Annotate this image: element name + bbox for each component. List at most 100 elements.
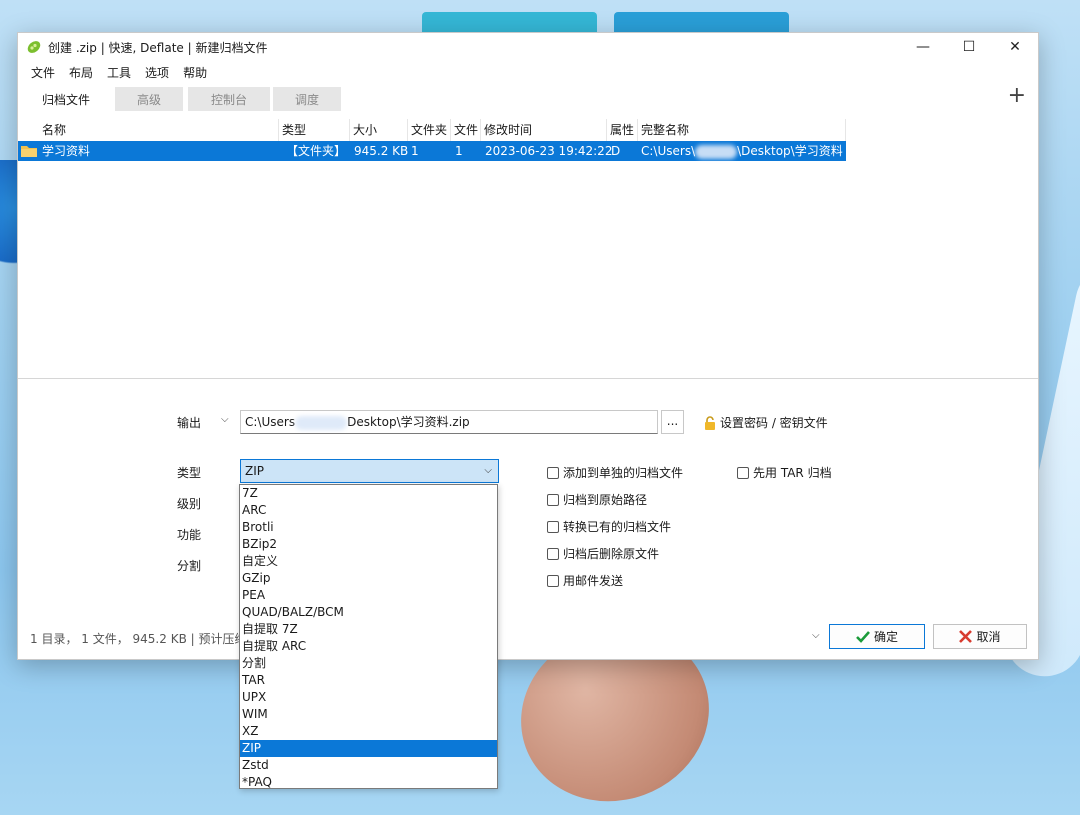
dropdown-option[interactable]: XZ	[240, 723, 497, 740]
checkbox-label: 用邮件发送	[563, 574, 624, 588]
level-label: 级别	[177, 497, 202, 511]
output-label: 输出	[177, 416, 202, 430]
cancel-button[interactable]: 取消	[933, 624, 1027, 649]
output-path-input[interactable]: C:\Users Desktop\学习资料.zip	[240, 410, 658, 434]
peazip-app-icon	[27, 41, 41, 53]
dropdown-option[interactable]: GZip	[240, 570, 497, 587]
menu-tools[interactable]: 工具	[100, 64, 138, 81]
tab-console[interactable]: 控制台	[188, 87, 270, 111]
split-label: 分割	[177, 559, 202, 573]
type-select-value: ZIP	[245, 464, 264, 478]
row-type: 【文件夹】	[286, 144, 347, 158]
checkbox[interactable]	[547, 547, 559, 560]
status-bar-text: 1 目录， 1 文件， 945.2 KB | 预计压缩	[30, 632, 247, 646]
dropdown-option[interactable]: BZip2	[240, 536, 497, 553]
dropdown-option[interactable]: 分割	[240, 655, 497, 672]
maximize-button[interactable]: ☐	[946, 33, 992, 61]
list-header: 名称 类型 大小 文件夹 文件 修改时间 属性 完整名称	[18, 119, 846, 141]
close-button[interactable]: ✕	[992, 33, 1038, 61]
wallpaper-shape	[614, 12, 789, 34]
browse-button[interactable]: ...	[661, 410, 684, 434]
type-dropdown-list[interactable]: 7Z ARC Brotli BZip2 自定义 GZip PEA QUAD/BA…	[239, 484, 498, 789]
checkbox-label: 归档后删除原文件	[563, 547, 660, 561]
dropdown-option[interactable]: ARC	[240, 502, 497, 519]
type-label: 类型	[177, 466, 202, 480]
cross-icon	[959, 630, 973, 643]
dropdown-option[interactable]: Zstd	[240, 757, 497, 774]
redacted-blur	[295, 415, 348, 430]
menu-help[interactable]: 帮助	[176, 64, 214, 81]
dropdown-option[interactable]: *PAQ	[240, 774, 497, 791]
menu-layout[interactable]: 布局	[62, 64, 100, 81]
dropdown-option[interactable]: 自提取 ARC	[240, 638, 497, 655]
column-fullname[interactable]: 完整名称	[638, 119, 846, 141]
checkbox-original-path[interactable]: 归档到原始路径	[547, 491, 647, 508]
checkbox-label: 先用 TAR 归档	[753, 466, 832, 480]
checkbox-send-email[interactable]: 用邮件发送	[547, 572, 623, 589]
minimize-button[interactable]: —	[900, 33, 946, 61]
dropdown-option[interactable]: Brotli	[240, 519, 497, 536]
dropdown-option-selected[interactable]: ZIP	[240, 740, 497, 757]
row-modified: 2023-06-23 19:42:22	[485, 144, 613, 158]
menu-options[interactable]: 选项	[138, 64, 176, 81]
row-folders: 1	[411, 144, 419, 158]
checkbox[interactable]	[547, 493, 559, 506]
chevron-down-icon[interactable]: ⌵	[812, 630, 820, 641]
checkmark-icon	[856, 630, 870, 643]
column-attributes[interactable]: 属性	[607, 119, 638, 141]
dropdown-option[interactable]: PEA	[240, 587, 497, 604]
checkbox-separate-archives[interactable]: 添加到单独的归档文件	[547, 464, 683, 481]
row-files: 1	[455, 144, 463, 158]
checkbox-convert-existing[interactable]: 转换已有的归档文件	[547, 518, 671, 535]
cancel-button-label: 取消	[976, 630, 1001, 644]
checkbox[interactable]	[737, 466, 749, 479]
dropdown-option[interactable]: QUAD/BALZ/BCM	[240, 604, 497, 621]
column-size[interactable]: 大小	[350, 119, 408, 141]
checkbox-label: 转换已有的归档文件	[563, 520, 672, 534]
checkbox-label: 归档到原始路径	[563, 493, 648, 507]
tabs-bar: 归档文件 高级 控制台 调度 +	[18, 83, 1038, 111]
column-name[interactable]: 名称	[39, 119, 279, 141]
row-attributes: D	[611, 144, 621, 158]
tab-schedule[interactable]: 调度	[273, 87, 341, 111]
checkbox[interactable]	[547, 520, 559, 533]
dropdown-option[interactable]: 自提取 7Z	[240, 621, 497, 638]
dropdown-option[interactable]: UPX	[240, 689, 497, 706]
fullname-prefix: C:\Users\	[641, 144, 696, 158]
dropdown-option[interactable]: WIM	[240, 706, 497, 723]
chevron-down-icon: ⌵	[484, 465, 492, 476]
ok-button-label: 确定	[873, 630, 898, 644]
chevron-down-icon[interactable]: ⌵	[221, 414, 229, 425]
dropdown-option[interactable]: 自定义	[240, 553, 497, 570]
add-icon[interactable]: +	[1008, 85, 1026, 107]
options-panel: 输出 ⌵ C:\Users Desktop\学习资料.zip ... 设置密码 /…	[18, 380, 1038, 660]
window-title: 创建 .zip | 快速, Deflate | 新建归档文件	[48, 40, 268, 55]
column-files[interactable]: 文件	[451, 119, 481, 141]
title-bar[interactable]: 创建 .zip | 快速, Deflate | 新建归档文件 — ☐ ✕	[18, 33, 1038, 61]
menu-file[interactable]: 文件	[24, 64, 62, 81]
ok-button[interactable]: 确定	[829, 624, 925, 649]
dropdown-option[interactable]: TAR	[240, 672, 497, 689]
checkbox-label: 添加到单独的归档文件	[563, 466, 684, 480]
output-path-prefix: C:\Users	[245, 415, 296, 429]
column-folders[interactable]: 文件夹	[408, 119, 451, 141]
folder-icon	[21, 146, 37, 157]
column-type[interactable]: 类型	[279, 119, 350, 141]
output-path-suffix: Desktop\学习资料.zip	[347, 415, 470, 429]
tab-advanced[interactable]: 高级	[115, 87, 183, 111]
checkbox-delete-after[interactable]: 归档后删除原文件	[547, 545, 659, 562]
row-size: 945.2 KB	[354, 144, 409, 158]
file-list[interactable]: 名称 类型 大小 文件夹 文件 修改时间 属性 完整名称 学习资料 【文件夹】 …	[18, 119, 1038, 379]
type-select[interactable]: ZIP ⌵	[240, 459, 499, 483]
menu-bar: 文件 布局 工具 选项 帮助	[18, 61, 1038, 83]
password-link[interactable]: 设置密码 / 密钥文件	[704, 414, 828, 431]
fullname-suffix: \Desktop\学习资料	[737, 144, 843, 158]
tab-archive[interactable]: 归档文件	[30, 87, 102, 111]
checkbox-tar-first[interactable]: 先用 TAR 归档	[737, 464, 832, 481]
table-row[interactable]: 学习资料 【文件夹】 945.2 KB 1 1 2023-06-23 19:42…	[18, 141, 846, 161]
dropdown-option[interactable]: 7Z	[240, 485, 497, 502]
checkbox[interactable]	[547, 466, 559, 479]
checkbox[interactable]	[547, 574, 559, 587]
column-modified[interactable]: 修改时间	[481, 119, 607, 141]
row-fullname: C:\Users\ \Desktop\学习资料	[641, 141, 843, 161]
